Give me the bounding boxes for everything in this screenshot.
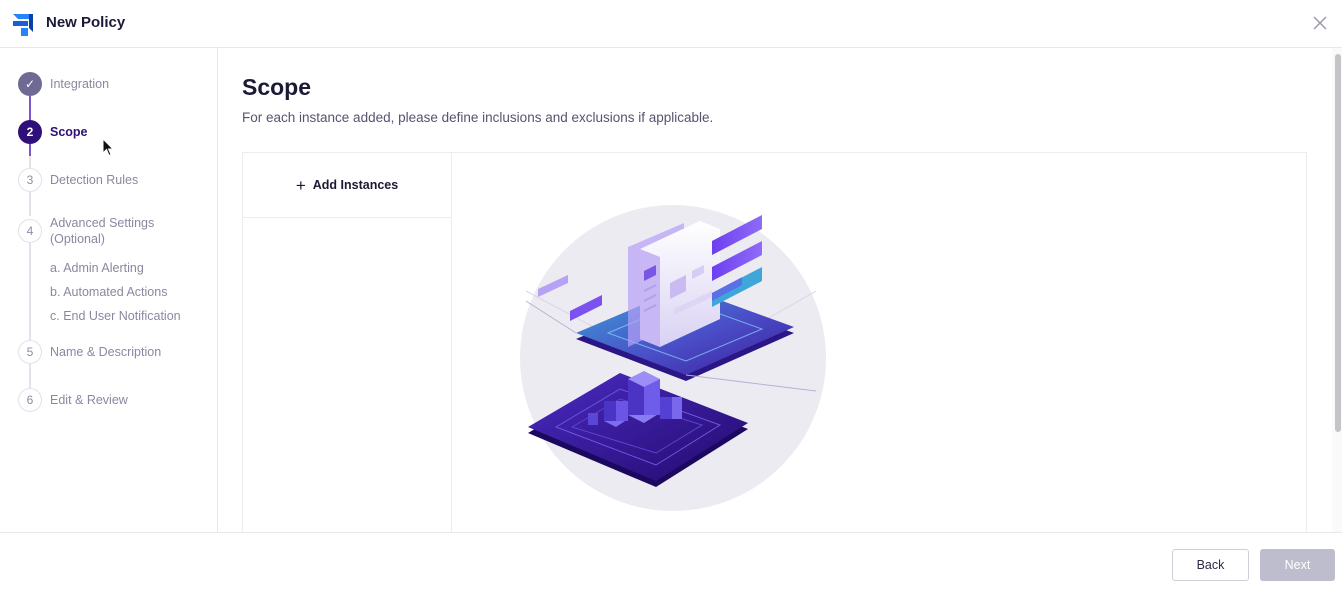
app-logo-icon [13, 14, 33, 36]
main-content: Scope For each instance added, please de… [218, 48, 1332, 543]
step-number: 6 [18, 388, 42, 412]
add-instances-label: Add Instances [312, 178, 399, 192]
step-detection-rules[interactable]: 3 Detection Rules [18, 168, 138, 192]
step-number: 3 [18, 168, 42, 192]
scrollbar-thumb[interactable] [1335, 54, 1341, 432]
step-label: Advanced Settings (Optional) [50, 215, 154, 247]
step-connector [29, 364, 31, 388]
step-label: Name & Description [50, 345, 162, 359]
step-connector [29, 144, 31, 156]
step-scope[interactable]: 2 Scope [18, 120, 88, 144]
step-number: 4 [18, 219, 42, 243]
step-advanced-settings[interactable]: 4 Advanced Settings (Optional) [18, 215, 154, 247]
step-number: 2 [18, 120, 42, 144]
substep-admin-alerting[interactable]: a. Admin Alerting [50, 261, 144, 275]
step-label-line2: (Optional) [50, 232, 105, 246]
substep-end-user-notification[interactable]: c. End User Notification [50, 309, 181, 323]
plus-icon: + [295, 175, 306, 195]
step-label: Edit & Review [50, 393, 128, 407]
step-name-description[interactable]: 5 Name & Description [18, 340, 161, 364]
step-label-line1: Advanced Settings [50, 216, 155, 230]
next-button[interactable]: Next [1260, 549, 1335, 581]
instances-column: + Add Instances [243, 153, 452, 543]
add-instances-button[interactable]: + Add Instances [243, 153, 451, 218]
mouse-cursor-icon [102, 138, 115, 157]
page-description: For each instance added, please define i… [242, 110, 714, 125]
check-icon: ✓ [18, 72, 42, 96]
back-button[interactable]: Back [1172, 549, 1249, 581]
stepper-sidebar: ✓ Integration 2 Scope 3 Detection Rules … [0, 48, 218, 532]
close-icon[interactable] [1311, 14, 1329, 32]
step-connector [29, 240, 31, 340]
step-integration[interactable]: ✓ Integration [18, 72, 109, 96]
substep-automated-actions[interactable]: b. Automated Actions [50, 285, 167, 299]
step-label: Integration [50, 77, 110, 91]
step-connector [29, 192, 31, 216]
page-header-title: New Policy [46, 14, 126, 31]
step-connector [29, 156, 31, 168]
header: New Policy [0, 0, 1342, 48]
step-number: 5 [18, 340, 42, 364]
step-edit-review[interactable]: 6 Edit & Review [18, 388, 128, 412]
step-label: Detection Rules [50, 173, 139, 187]
isometric-cloud-illustration [520, 205, 826, 511]
step-connector [29, 96, 31, 121]
scope-panel: + Add Instances [242, 152, 1307, 543]
step-label: Scope [50, 125, 88, 139]
footer: Back Next [0, 532, 1342, 594]
page-title: Scope [242, 74, 312, 100]
